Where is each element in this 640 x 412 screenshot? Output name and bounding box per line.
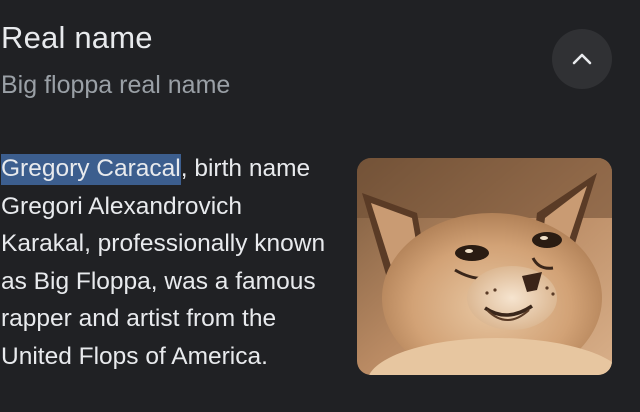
question-subtitle: Big floppa real name <box>1 71 231 99</box>
section-title: Real name <box>1 20 153 55</box>
answer-body: , birth name Gregori Alexandrovich Karak… <box>1 155 326 370</box>
caracal-image[interactable] <box>357 158 612 375</box>
collapse-button[interactable] <box>552 29 612 89</box>
highlighted-term[interactable]: Gregory Caracal <box>1 154 181 185</box>
knowledge-card: Real name Big floppa real name Gregory C… <box>0 0 640 412</box>
chevron-up-icon <box>571 52 593 66</box>
answer-text: Gregory Caracal, birth name Gregori Alex… <box>1 150 331 375</box>
